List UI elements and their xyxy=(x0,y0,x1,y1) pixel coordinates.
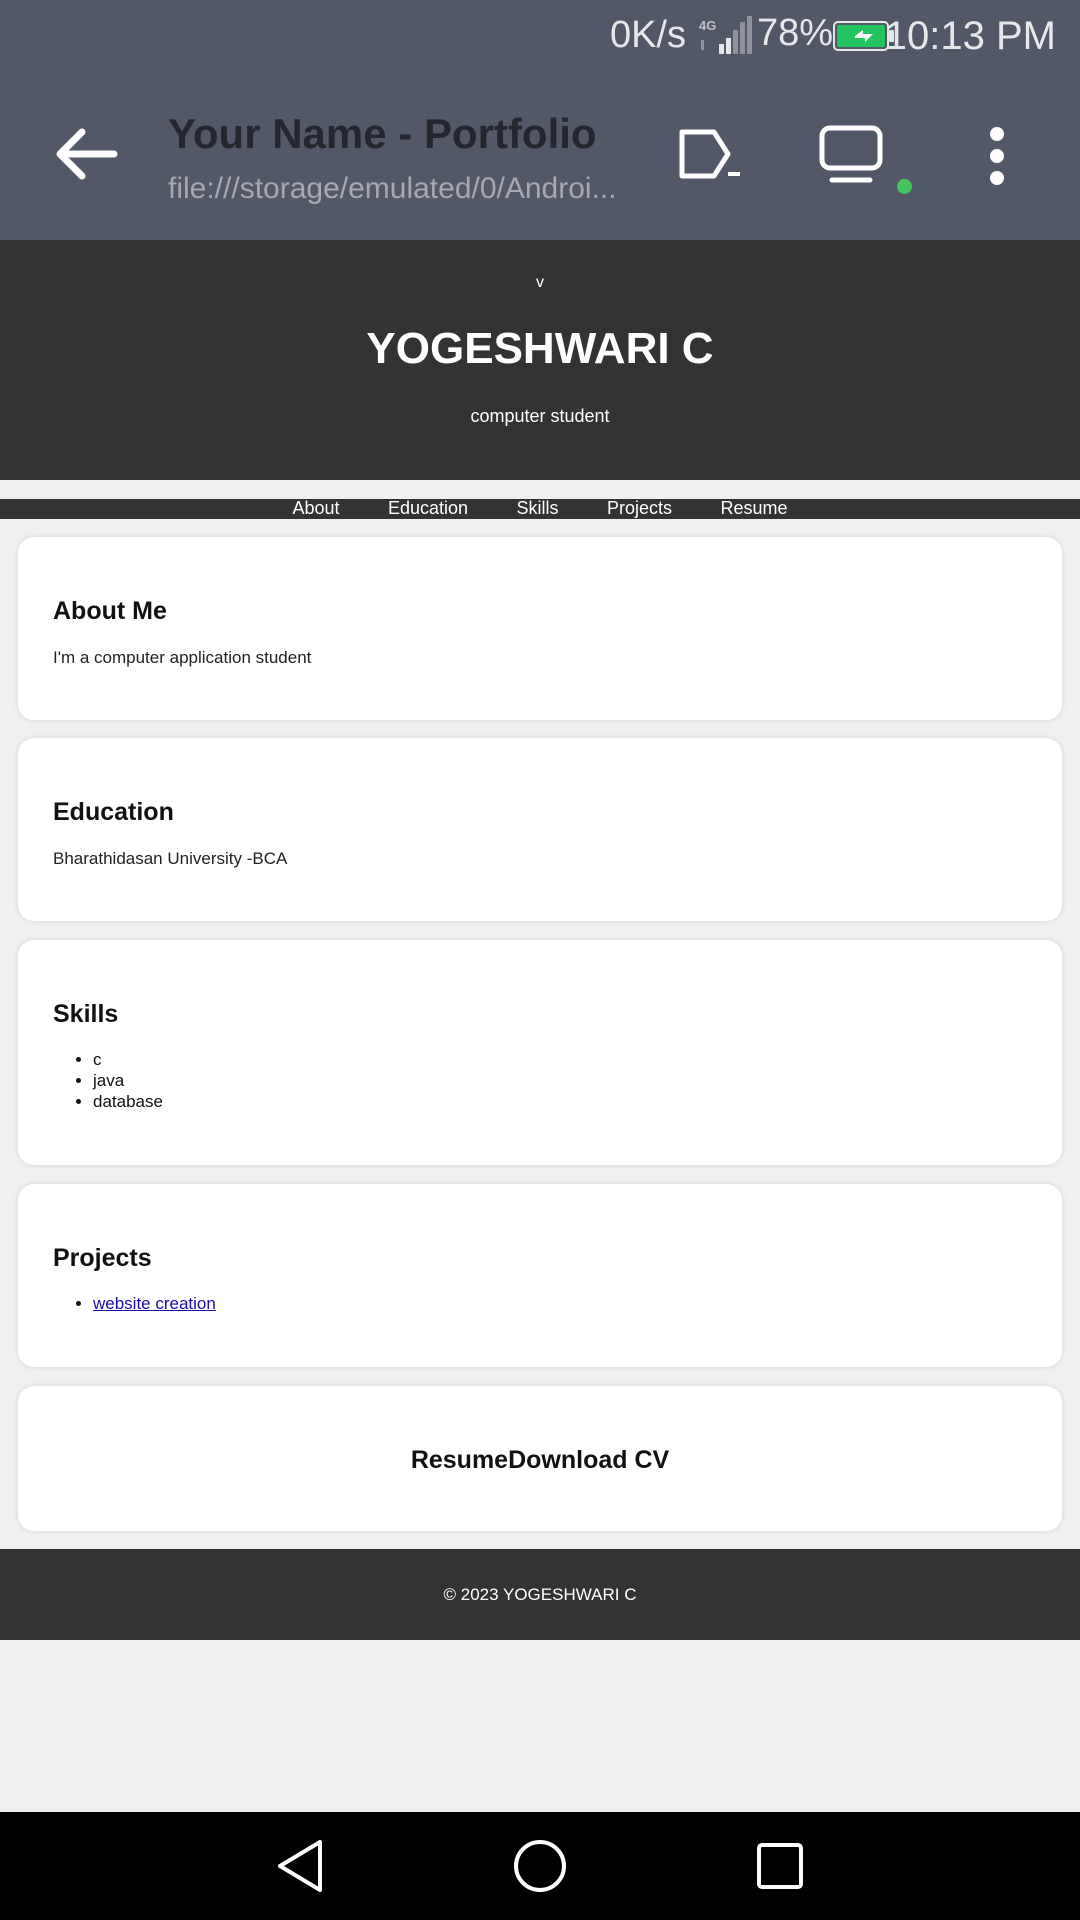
page-url: file:///storage/emulated/0/Androi... xyxy=(168,172,617,205)
system-nav-bar xyxy=(0,1812,1080,1920)
site-nav: About Education Skills Projects Resume xyxy=(0,498,1080,519)
about-heading: About Me xyxy=(53,597,167,625)
clock: 10:13 PM xyxy=(884,14,1056,58)
home-circle-icon[interactable] xyxy=(510,1836,570,1896)
hero-name: YOGESHWARI C xyxy=(366,324,714,373)
resume-section: ResumeDownload CV xyxy=(18,1386,1062,1531)
list-item: java xyxy=(93,1070,163,1091)
hero-marker: v xyxy=(536,274,544,291)
hero-header: v YOGESHWARI C computer student xyxy=(0,240,1080,480)
recents-square-icon[interactable] xyxy=(750,1836,810,1896)
nav-resume[interactable]: Resume xyxy=(720,498,787,518)
resume-download-link[interactable]: ResumeDownload CV xyxy=(18,1446,1062,1475)
footer: © 2023 YOGESHWARI C xyxy=(0,1549,1080,1640)
arrow-left-icon[interactable] xyxy=(50,124,120,184)
skills-section: Skills c java database xyxy=(18,940,1062,1165)
projects-list: website creation xyxy=(75,1293,216,1314)
education-text: Bharathidasan University -BCA xyxy=(53,849,288,868)
browser-toolbar: Your Name - Portfolio file:///storage/em… xyxy=(0,72,1080,240)
skills-list: c java database xyxy=(75,1049,163,1112)
education-section: Education Bharathidasan University -BCA xyxy=(18,738,1062,921)
page-title: Your Name - Portfolio xyxy=(168,110,597,157)
nav-about[interactable]: About xyxy=(293,498,340,518)
share-icon[interactable] xyxy=(676,124,742,188)
nav-projects[interactable]: Projects xyxy=(607,498,672,518)
battery-percent: 78% xyxy=(757,12,834,54)
about-text: I'm a computer application student xyxy=(53,648,312,667)
about-section: About Me I'm a computer application stud… xyxy=(18,537,1062,720)
more-vert-icon[interactable] xyxy=(982,124,1012,188)
signal-icon: 4G xyxy=(699,16,752,54)
address-area[interactable]: Your Name - Portfolio file:///storage/em… xyxy=(168,110,638,206)
status-bar: 0K/s 4G 78% 10:13 PM xyxy=(0,0,1080,72)
hero-subtitle: computer student xyxy=(470,406,610,426)
list-item: database xyxy=(93,1091,163,1112)
projects-heading: Projects xyxy=(53,1244,152,1272)
browser-chrome: 0K/s 4G 78% 10:13 PM Your Name - Portfol… xyxy=(0,0,1080,240)
list-item: c xyxy=(93,1049,163,1070)
project-link[interactable]: website creation xyxy=(93,1294,216,1313)
projects-section: Projects website creation xyxy=(18,1184,1062,1367)
network-type: 4G xyxy=(699,18,716,33)
nav-education[interactable]: Education xyxy=(388,498,468,518)
back-triangle-icon[interactable] xyxy=(270,1836,330,1896)
status-dot xyxy=(897,179,912,194)
net-speed: 0K/s xyxy=(609,14,686,56)
education-heading: Education xyxy=(53,798,174,826)
nav-skills[interactable]: Skills xyxy=(517,498,559,518)
desktop-icon[interactable] xyxy=(818,124,884,188)
skills-heading: Skills xyxy=(53,1000,119,1028)
list-item: website creation xyxy=(93,1293,216,1314)
